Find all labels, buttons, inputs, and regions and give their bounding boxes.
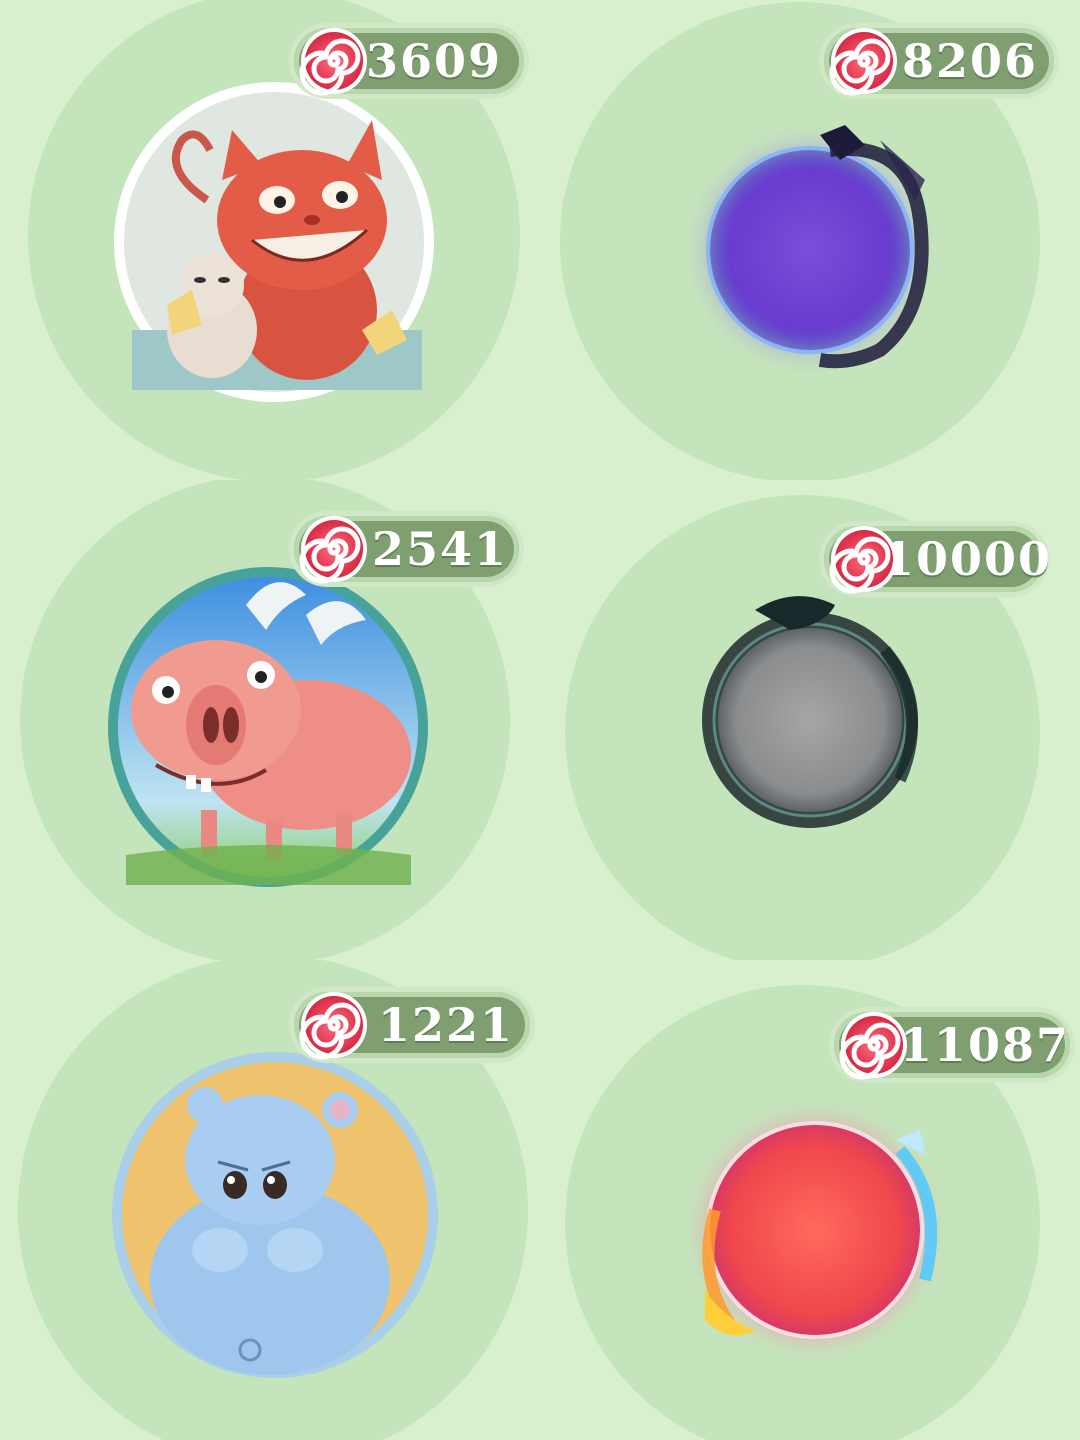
purple-orb-frame — [680, 110, 950, 380]
price-badge: 10000 — [824, 523, 1050, 595]
swirl-candy-icon — [298, 25, 370, 97]
red-orb-frame — [675, 1090, 955, 1370]
shop-item-grey-orb[interactable]: 10000 — [540, 480, 1080, 960]
price-value: 1221 — [378, 998, 515, 1052]
price-value: 3609 — [366, 34, 503, 88]
shop-item-hippo[interactable]: 1221 — [0, 960, 540, 1440]
shop-item-pig[interactable]: 2541 — [0, 480, 540, 960]
price-value: 8206 — [902, 34, 1039, 88]
price-badge: 8206 — [824, 28, 1054, 94]
swirl-candy-icon — [838, 1009, 910, 1081]
swirl-candy-icon — [298, 513, 370, 585]
price-badge: 2541 — [294, 516, 519, 582]
grey-orb-frame — [685, 580, 945, 840]
shop-item-red-orb[interactable]: 11087 — [540, 960, 1080, 1440]
pig-avatar — [106, 565, 431, 890]
shop-item-purple-orb[interactable]: 8206 — [540, 0, 1080, 480]
price-badge: 3609 — [294, 28, 524, 94]
swirl-candy-icon — [828, 25, 900, 97]
price-value: 2541 — [372, 522, 509, 576]
swirl-candy-icon — [828, 523, 900, 595]
price-value: 11087 — [900, 1018, 1071, 1072]
price-badge: 1221 — [294, 992, 530, 1058]
swirl-candy-icon — [298, 989, 370, 1061]
price-badge: 11087 — [834, 1012, 1070, 1078]
shop-item-cat[interactable]: 3609 — [0, 0, 540, 480]
price-value: 10000 — [882, 532, 1053, 586]
cat-avatar — [112, 80, 437, 405]
hippo-avatar — [110, 1050, 440, 1380]
